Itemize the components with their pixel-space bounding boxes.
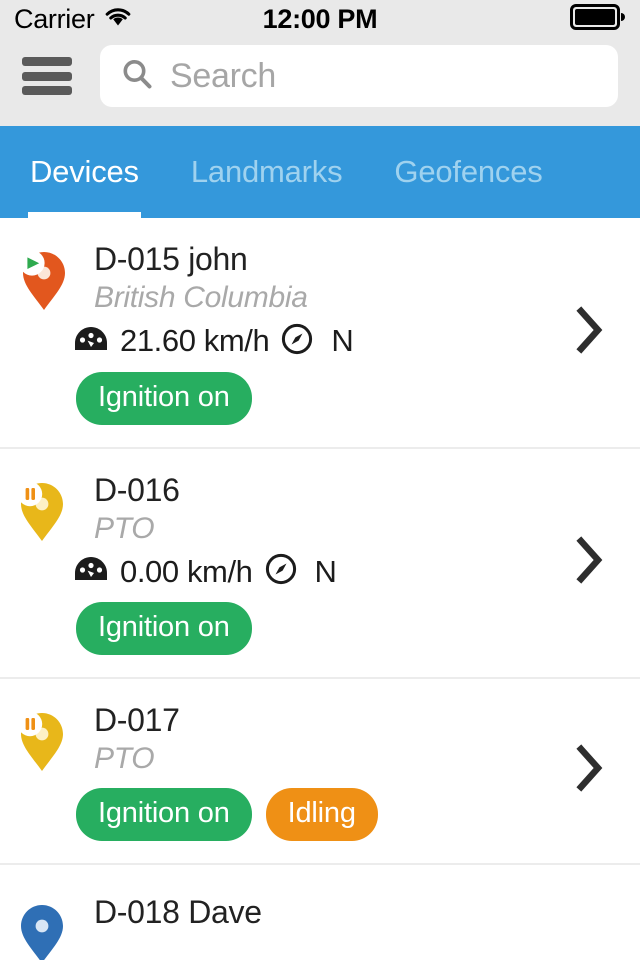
hamburger-bar: [22, 86, 72, 95]
device-name: D-017: [94, 702, 180, 739]
speed-value: 21.60 km/h: [120, 323, 270, 359]
speed-metric: 0.00 km/h: [74, 554, 253, 590]
device-name: D-018 Dave: [94, 893, 262, 930]
status-badge: Ignition on: [76, 787, 252, 841]
heading-metric: N: [265, 553, 337, 590]
heading-metric: N: [281, 323, 354, 360]
device-list-item[interactable]: D-015 john British Columbia 21.60 km/h N…: [0, 218, 640, 449]
heading-value: N: [331, 323, 354, 359]
device-list-item[interactable]: D-018 Dave: [0, 865, 640, 960]
heading-value: N: [314, 553, 337, 589]
battery-full-icon: [570, 3, 626, 35]
speed-metric: 21.60 km/h: [74, 323, 270, 359]
map-pin-idle-icon: [14, 471, 76, 656]
device-detail-chevron[interactable]: [572, 449, 606, 678]
device-metrics: 0.00 km/h N: [74, 553, 622, 590]
map-pin-other-icon: [14, 893, 76, 960]
wifi-icon: [103, 5, 133, 34]
map-pin-moving-icon: [14, 240, 76, 425]
compass-icon: [265, 553, 297, 590]
tab-devices-label: Devices: [30, 154, 139, 189]
tab-geofences[interactable]: Geofences: [394, 126, 542, 218]
device-detail-chevron[interactable]: [572, 679, 606, 863]
device-detail-chevron[interactable]: [572, 218, 606, 447]
device-subtitle: PTO: [94, 511, 155, 545]
tab-bar: Devices Landmarks Geofences: [0, 126, 640, 223]
status-bar-right: [570, 3, 626, 35]
device-subtitle: PTO: [94, 742, 155, 776]
carrier-label: Carrier: [14, 3, 95, 34]
tab-landmarks[interactable]: Landmarks: [191, 126, 343, 218]
chevron-right-icon: [572, 533, 606, 592]
device-subtitle: British Columbia: [94, 281, 308, 315]
device-list-item[interactable]: D-017 PTO Ignition on Idling: [0, 679, 640, 865]
chevron-right-icon: [572, 303, 606, 362]
search-icon: [120, 57, 154, 96]
device-name: D-016: [94, 471, 180, 508]
compass-icon: [281, 323, 313, 360]
search-input[interactable]: Search: [100, 45, 618, 107]
map-pin-idle-icon: [14, 701, 76, 841]
status-badge: Ignition on: [76, 602, 252, 656]
hamburger-menu-icon[interactable]: [22, 57, 72, 95]
status-badge: Ignition on: [76, 371, 252, 425]
status-badge: Idling: [265, 787, 378, 841]
status-bar-left: Carrier: [14, 4, 133, 35]
hamburger-bar: [22, 71, 72, 81]
tab-landmarks-label: Landmarks: [190, 154, 343, 189]
device-list: D-015 john British Columbia 21.60 km/h N…: [0, 218, 640, 960]
status-badges: Ignition on: [76, 602, 622, 656]
status-bar: Carrier 12:00 PM: [0, 0, 640, 38]
device-list-item[interactable]: D-016 PTO 0.00 km/h N Ignition on: [0, 449, 640, 680]
search-placeholder: Search: [170, 56, 276, 95]
device-name: D-015 john: [94, 241, 248, 277]
tab-geofences-label: Geofences: [394, 154, 543, 189]
speed-value: 0.00 km/h: [120, 553, 253, 589]
speedometer-icon: [74, 324, 108, 359]
chevron-right-icon: [572, 741, 606, 800]
speedometer-icon: [74, 554, 108, 589]
status-badges: Ignition on Idling: [76, 787, 622, 841]
status-badges: Ignition on: [76, 371, 622, 425]
hamburger-bar: [22, 57, 72, 66]
header-search-row: Search: [0, 38, 640, 126]
tab-devices[interactable]: Devices: [28, 126, 141, 218]
device-metrics: 21.60 km/h N: [74, 323, 622, 360]
